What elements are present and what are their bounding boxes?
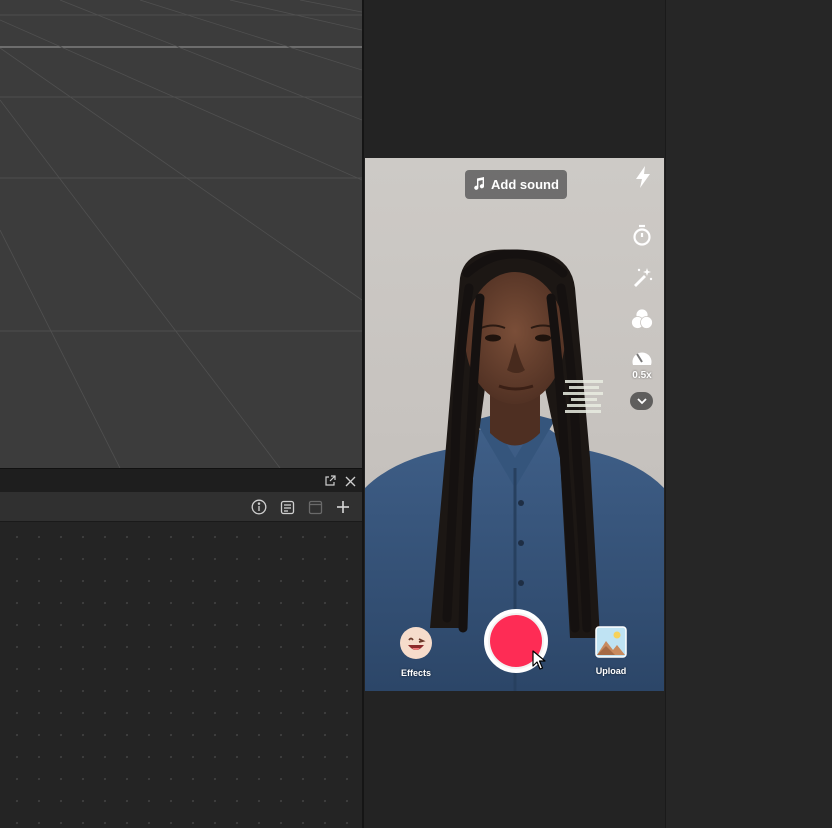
right-panel [665, 0, 832, 828]
list-panel-icon[interactable] [278, 498, 296, 516]
plus-icon[interactable] [334, 498, 352, 516]
3d-viewport[interactable] [0, 0, 362, 468]
flash-button[interactable] [630, 166, 656, 193]
info-icon[interactable] [250, 498, 268, 516]
timer-button[interactable] [629, 224, 655, 251]
effects-button[interactable]: Effects [399, 626, 433, 678]
speed-button[interactable]: 0.5x [629, 348, 655, 381]
mouse-cursor-icon [532, 650, 546, 675]
add-sound-button[interactable]: Add sound [465, 170, 567, 199]
add-sound-label: Add sound [491, 177, 559, 192]
popout-icon[interactable] [323, 474, 337, 488]
flash-icon [635, 166, 651, 193]
grid-floor [0, 0, 362, 468]
upload-button[interactable]: Upload [595, 626, 627, 676]
gallery-image-icon [595, 626, 627, 663]
effects-label: Effects [400, 668, 431, 678]
camera-preview[interactable]: Add sound 0.5x Effects Upload [365, 158, 664, 691]
beauty-button[interactable] [629, 266, 655, 293]
node-panel [0, 468, 362, 828]
effects-face-icon [399, 626, 433, 665]
close-icon[interactable] [343, 474, 357, 488]
speed-label: 0.5x [632, 370, 652, 381]
chevron-down-icon [636, 392, 647, 410]
upload-label: Upload [595, 666, 627, 676]
window-icon[interactable] [306, 498, 324, 516]
panel-titlebar [0, 468, 362, 492]
speed-icon [631, 348, 653, 371]
dotted-canvas[interactable] [0, 522, 362, 828]
beauty-wand-icon [631, 266, 653, 293]
filters-icon [630, 308, 654, 335]
timer-icon [631, 224, 653, 251]
music-note-icon [473, 176, 485, 193]
filters-button[interactable] [629, 308, 655, 335]
more-tools-button[interactable] [630, 392, 653, 410]
panel-toolbar [0, 492, 362, 522]
